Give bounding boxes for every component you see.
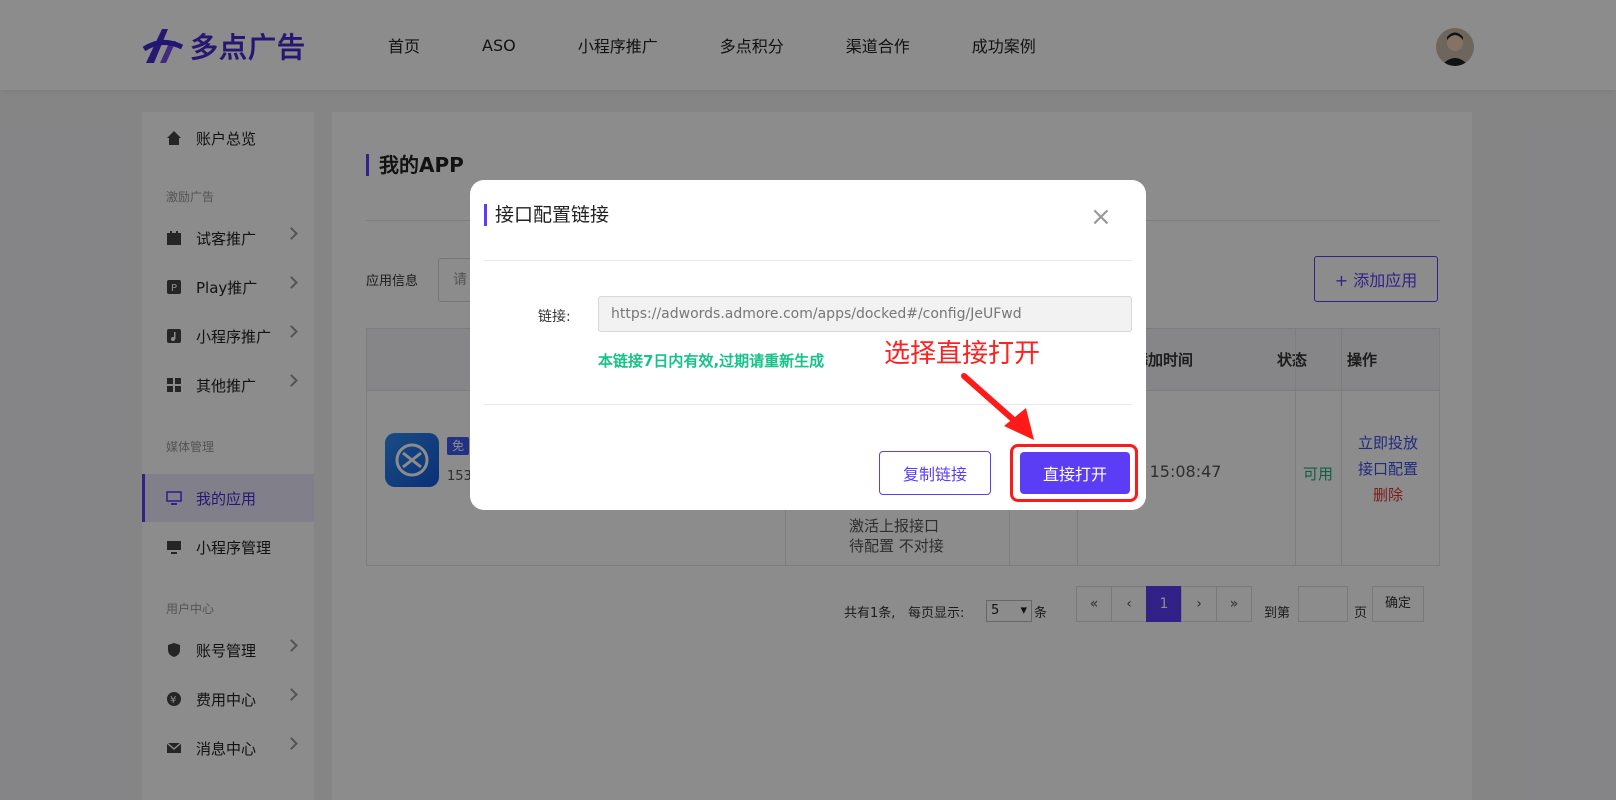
link-validity-hint: 本链接7日内有效,过期请重新生成 xyxy=(598,352,825,370)
link-label: 链接: xyxy=(538,309,571,325)
copy-link-button[interactable]: 复制链接 xyxy=(879,451,991,495)
annotation-highlight-box xyxy=(1010,444,1138,502)
annotation-arrow-icon xyxy=(961,373,1034,440)
annotation-text: 选择直接打开 xyxy=(884,339,1041,369)
close-icon[interactable]: × xyxy=(1090,204,1112,230)
modal-title: 接口配置链接 xyxy=(484,204,609,226)
link-field[interactable]: https://adwords.admore.com/apps/docked#/… xyxy=(598,296,1132,332)
modal-divider xyxy=(484,260,1132,261)
